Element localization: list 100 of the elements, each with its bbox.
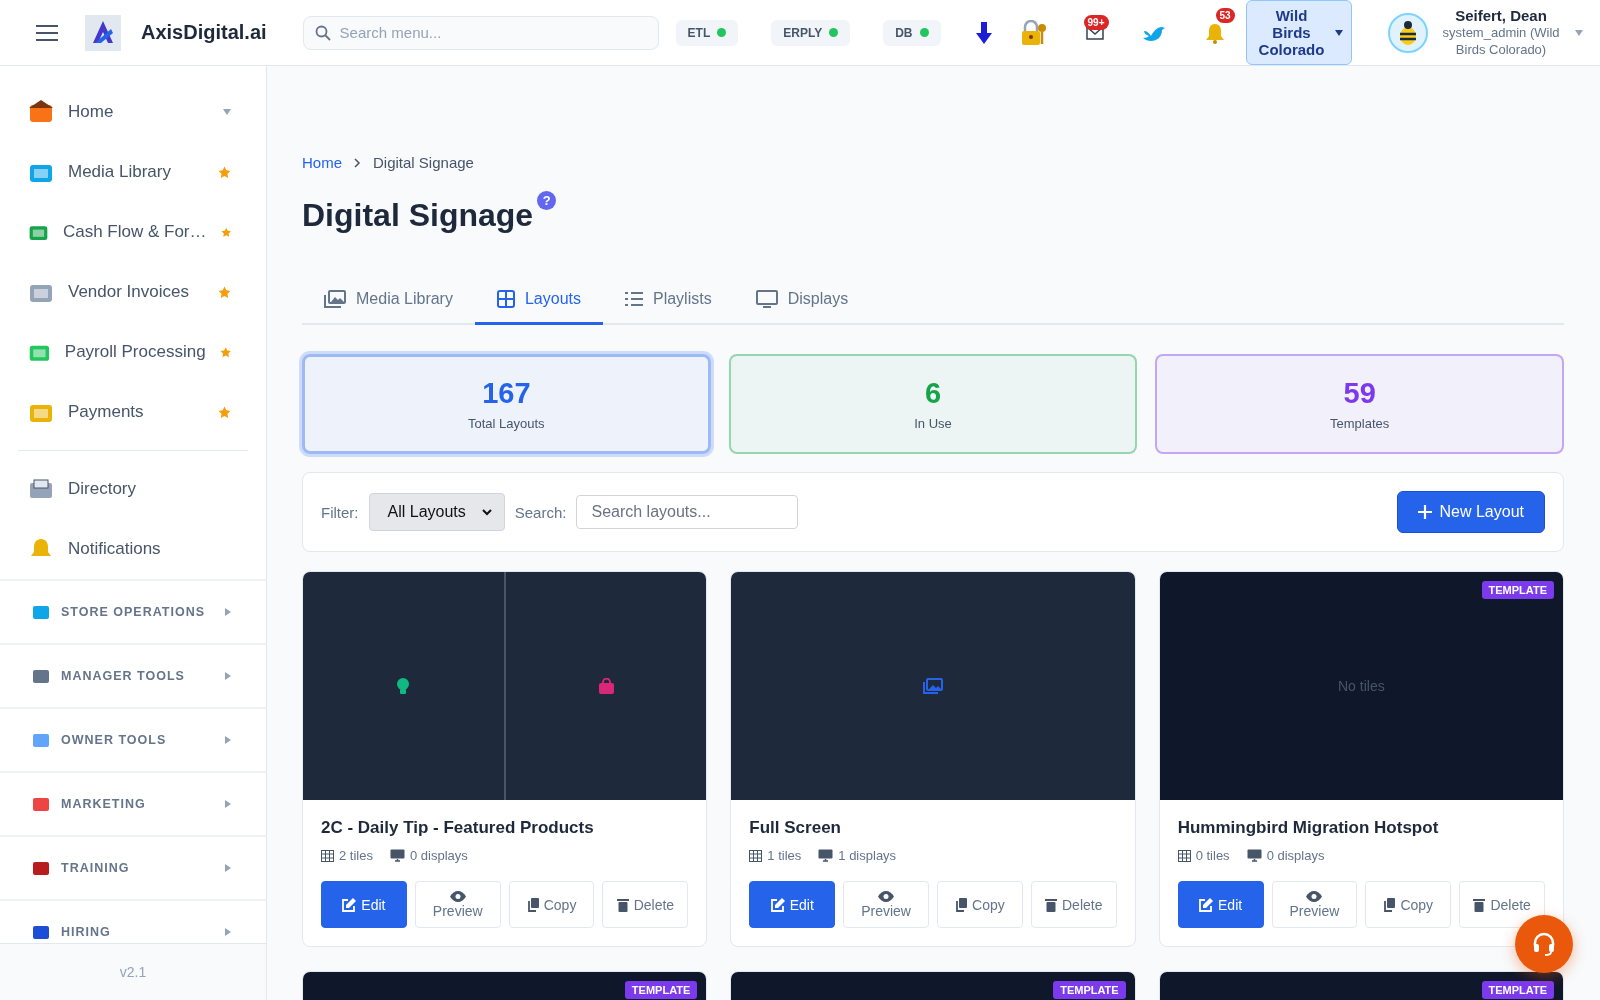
new-layout-button[interactable]: New Layout <box>1396 491 1545 533</box>
tab[interactable]: Media Library <box>302 276 475 325</box>
monitor-icon <box>389 849 405 862</box>
tab[interactable]: Layouts <box>474 276 603 325</box>
edit-button[interactable]: Edit <box>749 881 836 928</box>
user-role: system_admin (Wild Birds Colorado) <box>1441 24 1561 58</box>
grid-icon <box>321 849 334 862</box>
sidebar-label: Vendor Invoices <box>68 282 190 302</box>
caret-icon <box>1334 29 1343 36</box>
sidebar-item[interactable]: Cash Flow & For… <box>0 202 266 262</box>
copy-button[interactable]: Copy <box>508 881 595 928</box>
list-icon <box>625 291 643 307</box>
notification-badge: 53 <box>1215 7 1235 23</box>
copy-icon <box>526 897 539 912</box>
breadcrumb-current: Digital Signage <box>373 154 474 171</box>
display-count: 1 displays <box>838 848 897 863</box>
tab[interactable]: Playlists <box>603 276 734 325</box>
section-label: STORE OPERATIONS <box>61 605 207 619</box>
display-count: 0 displays <box>1266 848 1325 863</box>
sidebar-item[interactable]: Payments <box>0 382 266 442</box>
sidebar-item[interactable]: Vendor Invoices <box>0 262 266 322</box>
sidebar-section[interactable]: TRAINING <box>0 835 266 899</box>
images-icon <box>324 290 346 308</box>
sidebar-item[interactable]: Media Library <box>0 142 266 202</box>
copy-button[interactable]: Copy <box>1365 881 1452 928</box>
star-icon[interactable] <box>219 345 231 359</box>
support-button[interactable] <box>1515 915 1573 973</box>
sidebar-item[interactable]: Notifications <box>0 519 266 579</box>
empty-preview-text: No tiles <box>1338 678 1385 694</box>
sidebar-item[interactable]: Payroll Processing <box>0 322 266 382</box>
sidebar-section[interactable]: STORE OPERATIONS <box>0 579 266 643</box>
sidebar-label: Media Library <box>68 162 172 182</box>
brand-name: AxisDigital.ai <box>141 21 267 44</box>
headset-icon <box>1531 931 1557 957</box>
sidebar-label: Payroll Processing <box>64 342 206 362</box>
stat-card[interactable]: 167 Total Layouts <box>302 354 711 454</box>
stat-label: Total Layouts <box>468 416 545 431</box>
sidebar-section[interactable]: MANAGER TOOLS <box>0 643 266 707</box>
chevron-icon <box>481 508 492 516</box>
lock-key-icon[interactable] <box>1019 19 1048 46</box>
sidebar-item[interactable]: Directory <box>0 459 266 519</box>
preview-button[interactable]: Preview <box>1271 881 1358 928</box>
stat-card[interactable]: 59 Templates <box>1155 354 1564 454</box>
filter-label: Filter: <box>321 503 359 521</box>
trash-icon <box>1473 897 1486 912</box>
template-badge: TEMPLATE <box>624 981 698 999</box>
status-label: ERPLY <box>783 25 823 40</box>
stat-label: In Use <box>914 416 952 431</box>
notification-badge: 99+ <box>1083 14 1109 30</box>
sidebar-label: Directory <box>68 479 137 499</box>
star-icon[interactable] <box>218 165 231 179</box>
caret-icon[interactable] <box>1574 29 1583 36</box>
template-badge: TEMPLATE <box>1481 981 1554 999</box>
template-badge: TEMPLATE <box>1481 581 1554 599</box>
edit-button[interactable]: Edit <box>1177 881 1264 928</box>
preview-button[interactable]: Preview <box>843 881 929 928</box>
section-label: HIRING <box>61 925 112 939</box>
star-icon[interactable] <box>218 405 231 419</box>
version-label: v2.1 <box>119 964 147 980</box>
search-field[interactable]: Search layouts... <box>576 495 799 529</box>
search-icon <box>314 24 331 41</box>
sidebar-section[interactable]: OWNER TOOLS <box>0 707 266 771</box>
store-selector[interactable]: Wild Birds Colorado <box>1245 0 1352 65</box>
layout-name: Hummingbird Migration Hotspot <box>1177 818 1440 838</box>
delete-button[interactable]: Delete <box>602 881 689 928</box>
preview-button[interactable]: Preview <box>414 881 501 928</box>
menu-icon[interactable] <box>35 23 59 42</box>
section-label: OWNER TOOLS <box>61 733 168 747</box>
page-title: Digital Signage <box>302 197 534 234</box>
stat-card[interactable]: 6 In Use <box>728 354 1138 454</box>
sidebar-section[interactable]: MARKETING <box>0 771 266 835</box>
bell-icon[interactable] <box>1203 21 1226 44</box>
sidebar-label: Notifications <box>68 539 162 559</box>
tab[interactable]: Displays <box>733 276 871 325</box>
tile-count: 1 tiles <box>767 848 802 863</box>
search-field[interactable]: Search menu... <box>302 15 659 50</box>
section-label: MARKETING <box>61 797 147 811</box>
status-label: DB <box>895 25 913 40</box>
edit-icon <box>342 897 357 912</box>
layout-name: Full Screen <box>749 818 842 838</box>
help-badge[interactable]: ? <box>537 191 557 210</box>
eye-icon <box>1306 890 1323 902</box>
sidebar-label: Payments <box>68 402 145 422</box>
delete-button[interactable]: Delete <box>1459 881 1546 928</box>
trash-icon <box>1045 897 1057 912</box>
grid-icon <box>749 849 763 862</box>
avatar-icon[interactable] <box>1387 12 1428 53</box>
delete-button[interactable]: Delete <box>1030 881 1117 928</box>
filter-dropdown[interactable]: All Layouts <box>368 493 505 531</box>
star-icon[interactable] <box>218 285 231 299</box>
download-icon[interactable] <box>975 21 992 44</box>
edit-button[interactable]: Edit <box>321 881 407 928</box>
edit-icon <box>1199 897 1213 912</box>
copy-button[interactable]: Copy <box>937 881 1023 928</box>
stat-value: 6 <box>924 377 942 410</box>
star-icon[interactable] <box>220 225 231 239</box>
breadcrumb-link[interactable]: Home <box>302 154 342 171</box>
stat-value: 167 <box>482 377 531 410</box>
sidebar-item[interactable]: Home <box>0 82 266 142</box>
search-label: Search: <box>514 503 567 521</box>
